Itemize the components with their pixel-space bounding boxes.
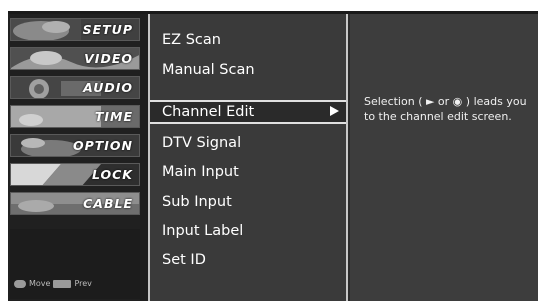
sidebar-label-lock: LOCK [91,167,133,182]
sidebar-label-video: VIDEO [84,51,133,66]
menu-item-dtv-signal[interactable]: DTV Signal [162,132,241,154]
description-text: Selection ( ► or ◉ ) leads you to the ch… [364,95,527,123]
sidebar-item-audio[interactable]: AUDIO [10,76,140,99]
prev-key-label: Prev [74,279,92,288]
sidebar-label-time: TIME [94,109,133,124]
right-arrow-icon [330,106,339,116]
sidebar-label-option: OPTION [72,138,133,153]
key-guide: Move Prev [14,279,92,288]
sidebar-item-option[interactable]: OPTION [10,134,140,157]
sidebar-label-audio: AUDIO [83,80,133,95]
tv-menu-screen: SETUP VIDEO AUDIO TIME OPTION LOCK CABLE… [0,0,539,301]
sidebar-item-setup[interactable]: SETUP [10,18,140,41]
sidebar-label-setup: SETUP [82,22,133,37]
menu-item-input-label[interactable]: Input Label [162,220,243,242]
description-panel: Selection ( ► or ◉ ) leads you to the ch… [350,14,538,301]
sidebar-label-cable: CABLE [83,196,133,211]
sidebar-item-lock[interactable]: LOCK [10,163,140,186]
sidebar-item-time[interactable]: TIME [10,105,140,128]
menu-item-set-id[interactable]: Set ID [162,249,206,271]
menu-item-main-input[interactable]: Main Input [162,161,239,183]
menu-item-manual-scan[interactable]: Manual Scan [162,59,255,81]
move-key-label: Move [29,279,51,288]
sidebar-spacer [10,229,140,299]
menu-item-ez-scan[interactable]: EZ Scan [162,29,221,51]
menu-item-channel-edit[interactable]: Channel Edit [162,101,254,123]
sidebar-item-video[interactable]: VIDEO [10,47,140,70]
menu-key-icon [53,279,72,288]
move-key-icon [14,279,26,288]
menu-item-sub-input[interactable]: Sub Input [162,191,232,213]
submenu-panel: EZ Scan Manual Scan Channel Edit DTV Sig… [148,14,348,301]
sidebar-item-cable[interactable]: CABLE [10,192,140,215]
